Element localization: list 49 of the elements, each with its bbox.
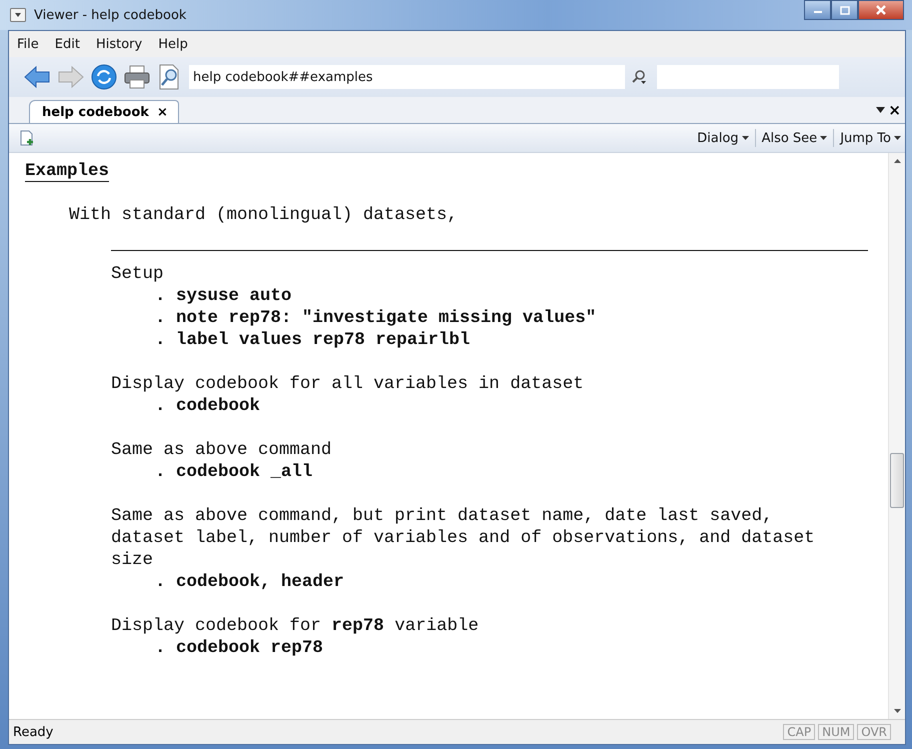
status-indicator: NUM	[818, 724, 854, 740]
dropdown-menu-button[interactable]: Jump To	[840, 130, 901, 146]
example-description: Same as above command	[111, 439, 333, 461]
window-title: Viewer - help codebook	[34, 8, 186, 22]
caret-icon	[894, 136, 901, 140]
address-field[interactable]: help codebook##examples	[189, 65, 625, 89]
caret-icon	[820, 136, 828, 140]
status-indicator: OVR	[857, 724, 891, 740]
window-icon	[10, 8, 26, 22]
command-link[interactable]: . codebook _all	[155, 461, 888, 483]
command-link[interactable]: . note rep78: "investigate missing values"	[155, 307, 888, 329]
command-link[interactable]: . codebook, header	[155, 571, 888, 593]
back-arrow-icon[interactable]	[23, 65, 51, 89]
example-description: Setup	[111, 263, 165, 285]
maximize-button[interactable]	[831, 0, 858, 20]
refresh-icon[interactable]	[91, 64, 117, 90]
command-link[interactable]: . label values rep78 repairlbl	[155, 329, 888, 351]
menu-item[interactable]: History	[96, 36, 142, 52]
status-indicator: CAP	[783, 724, 816, 740]
menu-item[interactable]: Edit	[54, 36, 80, 52]
command-link[interactable]: . sysuse auto	[155, 285, 888, 307]
search-icon[interactable]	[631, 69, 647, 85]
menu-item[interactable]: File	[17, 36, 39, 52]
section-heading: Examples	[25, 162, 110, 182]
menu-item[interactable]: Help	[158, 36, 188, 52]
intro-text: With standard (monolingual) datasets,	[69, 204, 459, 226]
search-field[interactable]	[657, 65, 839, 89]
caret-icon	[742, 136, 749, 140]
close-button[interactable]	[858, 0, 904, 20]
scroll-up-icon[interactable]	[894, 159, 900, 163]
scroll-thumb[interactable]	[890, 453, 904, 508]
example-description: Display codebook for all variables in dataset	[111, 373, 585, 395]
command-link[interactable]: . codebook	[155, 395, 888, 417]
example-description: Same as above command, but print dataset name, date last saved, dataset label, number of variables and of observations, and dataset size	[111, 505, 816, 571]
example-description: Display codebook for rep78 variable	[111, 615, 480, 637]
new-document-icon[interactable]	[19, 130, 35, 146]
maximize-icon	[840, 6, 850, 14]
scroll-down-icon[interactable]	[894, 709, 900, 713]
vertical-scrollbar[interactable]	[888, 153, 905, 719]
command-link[interactable]: . codebook rep78	[155, 637, 888, 659]
dropdown-menu-button[interactable]: Also See	[762, 130, 828, 146]
minimize-button[interactable]	[804, 0, 831, 20]
document-tab[interactable]: help codebook ×	[29, 100, 179, 123]
dropdown-menu-button[interactable]: Dialog	[697, 130, 749, 146]
close-tab-button[interactable]: ×	[888, 101, 901, 119]
dropdown-caret-icon[interactable]	[876, 107, 886, 113]
close-icon	[875, 5, 887, 15]
status-text: Ready	[13, 724, 54, 740]
printer-icon[interactable]	[123, 64, 151, 90]
